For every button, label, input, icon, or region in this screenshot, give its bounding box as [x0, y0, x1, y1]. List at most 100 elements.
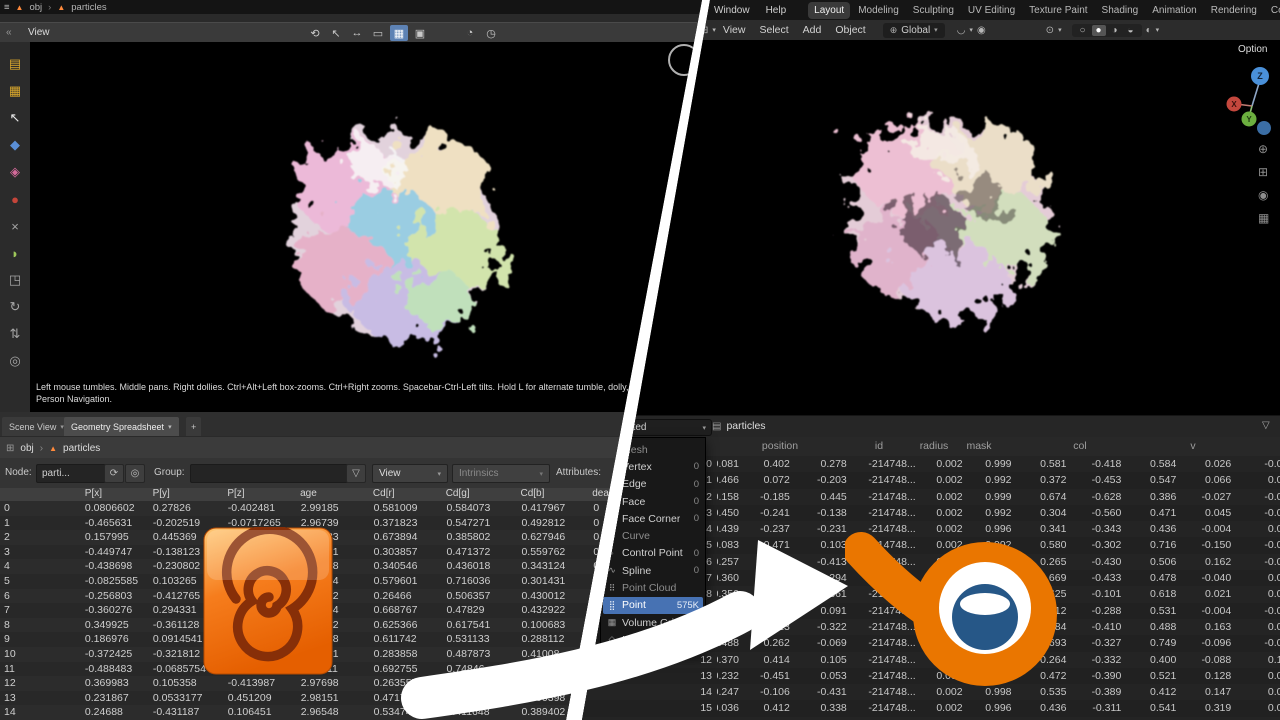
- recook-icon[interactable]: ↻: [4, 297, 26, 317]
- menu-item[interactable]: ∙ Vertex 0: [601, 458, 705, 475]
- pane-collapse-icon[interactable]: «: [6, 27, 12, 38]
- display-options-icon[interactable]: ◎: [4, 351, 26, 371]
- dopnet-icon[interactable]: ●: [4, 189, 26, 209]
- intrinsics-dropdown[interactable]: Intrinsics ▾: [452, 464, 550, 483]
- filter-funnel-icon[interactable]: ▽: [346, 464, 366, 483]
- header-radius[interactable]: radius: [912, 440, 956, 452]
- column-header[interactable]: P[z]: [223, 488, 293, 499]
- blender-3d-viewport[interactable]: Z X Y ⊕ ⊞ ◉ ▦: [582, 40, 1280, 415]
- snap-grid-icon[interactable]: ▦: [390, 25, 408, 41]
- tab-sculpting[interactable]: Sculpting: [907, 2, 960, 19]
- table-row[interactable]: 6 -0.256803 -0.412765 0.0755781 2.96412 …: [0, 588, 702, 604]
- menu-window[interactable]: Window: [706, 5, 758, 16]
- pan-icon[interactable]: ⊞: [1258, 165, 1269, 179]
- grid-icon[interactable]: ⊞: [6, 443, 14, 454]
- menu-item[interactable]: ◩ Face Corner 0: [601, 510, 705, 527]
- table-row[interactable]: 3 -0.449747 -0.138123 0.241318 2.98231 0…: [0, 544, 702, 560]
- shading-mode-icon[interactable]: ▣: [411, 25, 429, 41]
- camera-view-icon[interactable]: ◉: [1258, 188, 1269, 202]
- menu-help[interactable]: Help: [758, 5, 795, 16]
- tab-geometry-spreadsheet[interactable]: Geometry Spreadsheet ▾: [64, 417, 179, 436]
- breadcrumb-node[interactable]: particles: [63, 443, 100, 454]
- proportional-edit-icon[interactable]: ◉: [973, 25, 990, 36]
- tab-rendering[interactable]: Rendering: [1205, 2, 1263, 19]
- delete-icon[interactable]: ×: [4, 216, 26, 236]
- radial-menu-circle[interactable]: [668, 44, 700, 76]
- shading-rendered-icon[interactable]: ◒: [1124, 25, 1138, 36]
- menu-item[interactable]: ∿ Spline 0: [601, 562, 705, 579]
- new-tab-button[interactable]: +: [186, 417, 202, 436]
- toggle-grid-icon[interactable]: ▦: [1258, 211, 1269, 225]
- column-header[interactable]: age: [296, 488, 366, 499]
- pivot-point-icon[interactable]: ⊙: [1042, 25, 1058, 36]
- header-id[interactable]: id: [846, 440, 912, 452]
- shading-wireframe-icon[interactable]: ○: [1076, 25, 1090, 36]
- menu-icon[interactable]: ≡: [4, 2, 10, 13]
- tab-shading[interactable]: Shading: [1096, 2, 1145, 19]
- menu-item[interactable]: ◇ Instances 0: [601, 631, 705, 648]
- tab-texture-paint[interactable]: Texture Paint: [1023, 2, 1093, 19]
- shelf-create-icon[interactable]: ▦: [4, 81, 26, 101]
- shading-material-icon[interactable]: ◑: [1108, 25, 1122, 36]
- menu-select[interactable]: Select: [752, 24, 795, 36]
- tab-modeling[interactable]: Modeling: [852, 2, 905, 19]
- node-field[interactable]: parti...: [36, 464, 106, 483]
- tab-animation[interactable]: Animation: [1146, 2, 1202, 19]
- column-header[interactable]: P[x]: [81, 488, 146, 499]
- tumble-tool-icon[interactable]: ⟲: [306, 25, 324, 41]
- column-header[interactable]: Cd[g]: [442, 488, 514, 499]
- snap-magnet-icon[interactable]: ◡: [953, 25, 970, 36]
- tab-compositing[interactable]: Compositing: [1265, 2, 1280, 19]
- table-row[interactable]: 2 0.157995 0.445369 0.185462 2.96233 0.6…: [0, 530, 702, 545]
- navigation-gizmo[interactable]: Z X Y: [1218, 62, 1280, 138]
- view-dropdown[interactable]: View ▾: [372, 464, 448, 483]
- menu-item[interactable]: ▦ Volume Grids 0: [601, 614, 705, 631]
- path-root[interactable]: obj: [29, 2, 42, 13]
- table-row[interactable]: 14 0.247 -0.106 -0.431 -214748... 0.002 …: [582, 684, 1280, 701]
- sync-node-button[interactable]: ⟳: [104, 464, 124, 483]
- filter-funnel-icon[interactable]: ▽: [1262, 420, 1270, 431]
- table-row[interactable]: 4 -0.438698 -0.230802 0.236733 2.97168 0…: [0, 559, 702, 574]
- paint-tool-icon[interactable]: ◈: [4, 162, 26, 182]
- pin-node-button[interactable]: ◎: [125, 464, 145, 483]
- menu-view[interactable]: View: [716, 24, 753, 36]
- column-header[interactable]: Cd[r]: [369, 488, 439, 499]
- table-row[interactable]: 5 -0.0825585 0.103265 -0.470655 2.95824 …: [0, 573, 702, 589]
- path-node[interactable]: particles: [71, 2, 106, 13]
- transform-orientation-dropdown[interactable]: ⊕ Global ▾: [882, 22, 945, 38]
- bounding-box-icon[interactable]: ◳: [4, 270, 26, 290]
- viewport-tab-label[interactable]: View: [28, 27, 50, 38]
- pan-tool-icon[interactable]: ↔: [348, 25, 366, 41]
- column-header[interactable]: Cd[b]: [516, 488, 585, 499]
- editor-type-icon[interactable]: ⊞: [696, 25, 712, 36]
- dataset-name[interactable]: particles: [726, 420, 765, 432]
- shading-solid-icon[interactable]: ●: [1091, 24, 1106, 36]
- particle-fluid-icon[interactable]: ◗: [4, 243, 26, 263]
- tab-layout[interactable]: Layout: [808, 1, 851, 19]
- zoom-icon[interactable]: ⊕: [1258, 142, 1269, 156]
- overlays-icon[interactable]: ◐: [1142, 25, 1156, 36]
- table-row[interactable]: 15 0.036 0.412 0.338 -214748... 0.002 0.…: [582, 700, 1280, 717]
- options-dropdown[interactable]: Option: [1238, 44, 1267, 55]
- tab-uv-editing[interactable]: UV Editing: [962, 2, 1021, 19]
- houdini-3d-viewport[interactable]: Left mouse tumbles. Middle pans. Right d…: [30, 42, 702, 412]
- menu-add[interactable]: Add: [796, 24, 829, 36]
- shelf-tools-icon[interactable]: ▤: [4, 54, 26, 74]
- table-row[interactable]: 0 0.0806602 0.27826 -0.402481 2.99185 0.…: [0, 501, 702, 516]
- ghosting-icon[interactable]: ◔: [461, 25, 479, 41]
- menu-item[interactable]: ◦ Control Point 0: [601, 545, 705, 562]
- secure-selection-icon[interactable]: ◆: [4, 135, 26, 155]
- reorder-icon[interactable]: ⇅: [4, 324, 26, 344]
- table-row[interactable]: 1 -0.465631 -0.202519 -0.0717265 2.96739…: [0, 515, 702, 531]
- menu-item[interactable]: ▢ Face 0: [601, 493, 705, 510]
- menu-object[interactable]: Object: [828, 24, 872, 36]
- header-mask[interactable]: mask: [956, 440, 1002, 452]
- frame-tool-icon[interactable]: ▭: [369, 25, 387, 41]
- header-col[interactable]: col: [1002, 440, 1158, 452]
- stopwatch-icon[interactable]: ◷: [482, 25, 500, 41]
- table-row[interactable]: 12 0.370 0.414 0.105 -214748... 0.002 0.…: [582, 651, 1280, 668]
- menu-item[interactable]: ╱ Edge 0: [601, 476, 705, 493]
- select-tool-icon[interactable]: ↖: [327, 25, 345, 41]
- column-header[interactable]: P[y]: [149, 488, 221, 499]
- select-arrow-icon[interactable]: ↖: [4, 108, 26, 128]
